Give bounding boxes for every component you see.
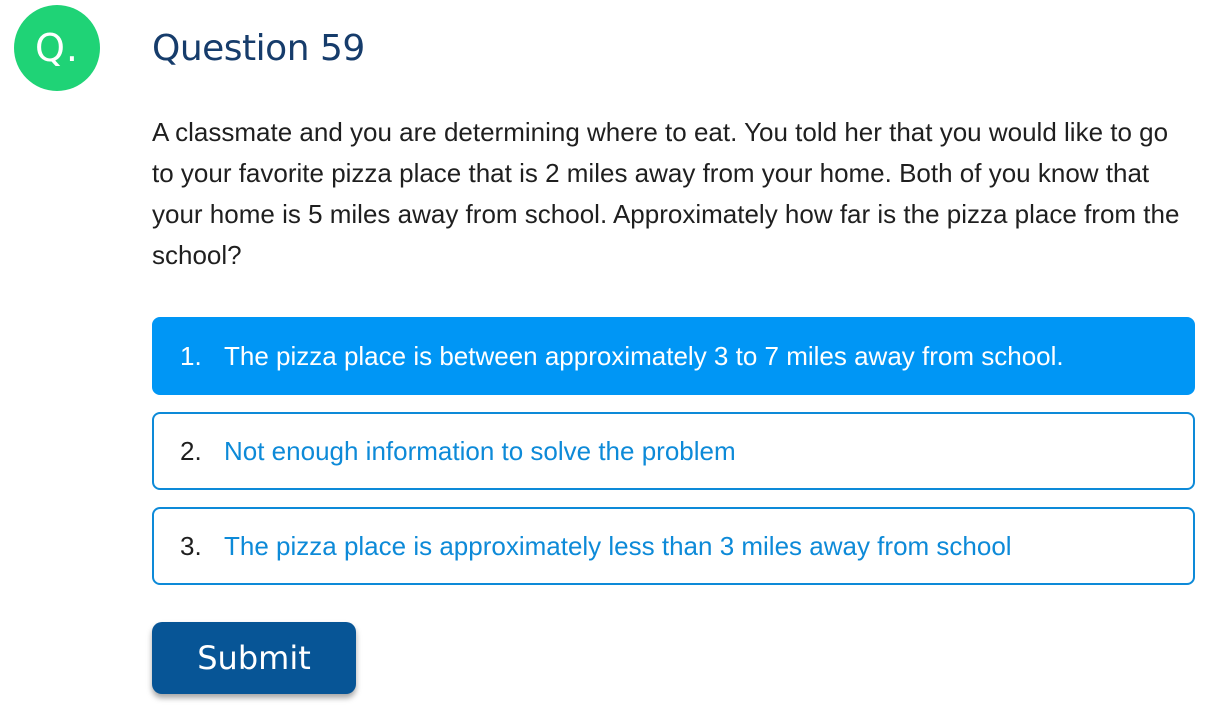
answer-option-1[interactable]: 1. The pizza place is between approximat… — [152, 317, 1195, 395]
answer-options: 1. The pizza place is between approximat… — [152, 317, 1195, 602]
answer-option-number: 1. — [180, 340, 202, 371]
submit-button[interactable]: Submit — [152, 622, 356, 694]
question-title: Question 59 — [152, 28, 365, 69]
answer-option-label: Not enough information to solve the prob… — [224, 435, 736, 466]
answer-option-number: 2. — [180, 435, 202, 466]
answer-option-label: The pizza place is approximately less th… — [224, 530, 1012, 561]
answer-option-number: 3. — [180, 530, 202, 561]
question-text: A classmate and you are determining wher… — [152, 117, 1180, 270]
question-badge: Q. — [14, 5, 100, 91]
question-badge-label: Q. — [35, 26, 79, 70]
answer-option-label: The pizza place is between approximately… — [224, 340, 1064, 371]
answer-option-3[interactable]: 3. The pizza place is approximately less… — [152, 507, 1195, 585]
answer-option-2[interactable]: 2. Not enough information to solve the p… — [152, 412, 1195, 490]
